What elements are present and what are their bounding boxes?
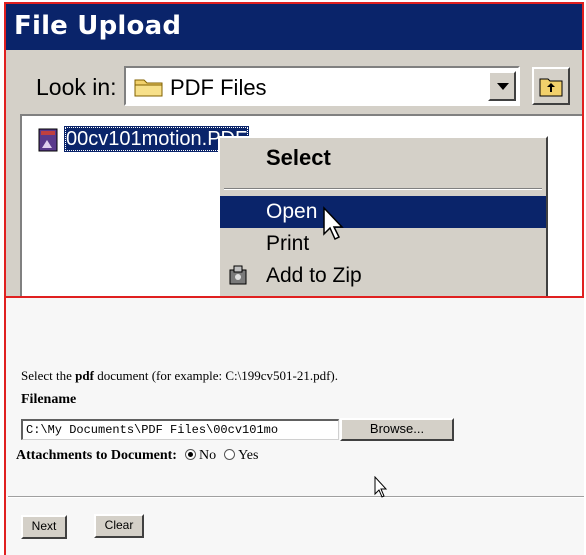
instruction-text: Select the pdf document (for example: C:… — [21, 368, 339, 383]
clear-button[interactable]: Clear — [94, 514, 144, 538]
mouse-pointer-icon — [374, 476, 388, 498]
zip-icon — [229, 265, 247, 285]
radio-no-label: No — [198, 448, 217, 463]
dropdown-arrow-button[interactable] — [488, 71, 516, 101]
menu-separator — [224, 188, 542, 190]
menu-item-open[interactable]: Open — [220, 196, 546, 228]
attachments-label: Attachments to Document: — [16, 448, 177, 463]
dialog-title: File Upload — [6, 4, 582, 50]
filename-label: Filename — [21, 392, 77, 407]
upload-form: Select the pdf document (for example: C:… — [4, 296, 584, 555]
menu-item-label: Print — [266, 232, 310, 255]
look-in-dropdown[interactable]: PDF Files — [124, 66, 520, 106]
folder-icon — [134, 79, 163, 97]
divider — [8, 496, 584, 498]
browse-button[interactable]: Browse... — [340, 418, 454, 441]
radio-yes-label: Yes — [238, 448, 259, 463]
menu-item-label: Open — [266, 200, 318, 223]
pdf-file-icon — [38, 128, 58, 152]
up-one-level-button[interactable] — [532, 67, 570, 105]
menu-item-label: Select — [266, 145, 331, 170]
menu-item-print[interactable]: Print — [220, 228, 546, 260]
filename-input[interactable]: C:\My Documents\PDF Files\00cv101mo — [21, 419, 339, 440]
look-in-label: Look in: — [36, 74, 117, 100]
look-in-value: PDF Files — [170, 75, 267, 100]
attachments-row: Attachments to Document: No Yes — [16, 448, 258, 464]
up-folder-icon — [539, 78, 563, 97]
context-menu: Select Open Print Add to Zip — [218, 136, 548, 296]
file-list[interactable]: 00cv101motion.PDF Select Open Print Add to … — [20, 114, 582, 296]
file-upload-dialog: File Upload Look in: PDF Files 00cv101mo… — [4, 2, 584, 298]
radio-yes[interactable] — [224, 449, 236, 460]
menu-item-add-to-zip[interactable]: Add to Zip — [220, 260, 546, 292]
menu-item-select[interactable]: Select — [220, 142, 546, 174]
menu-item-label: Add to Zip — [266, 264, 362, 287]
mouse-pointer-icon — [323, 206, 344, 241]
next-button[interactable]: Next — [21, 515, 67, 539]
radio-no[interactable] — [184, 449, 196, 460]
